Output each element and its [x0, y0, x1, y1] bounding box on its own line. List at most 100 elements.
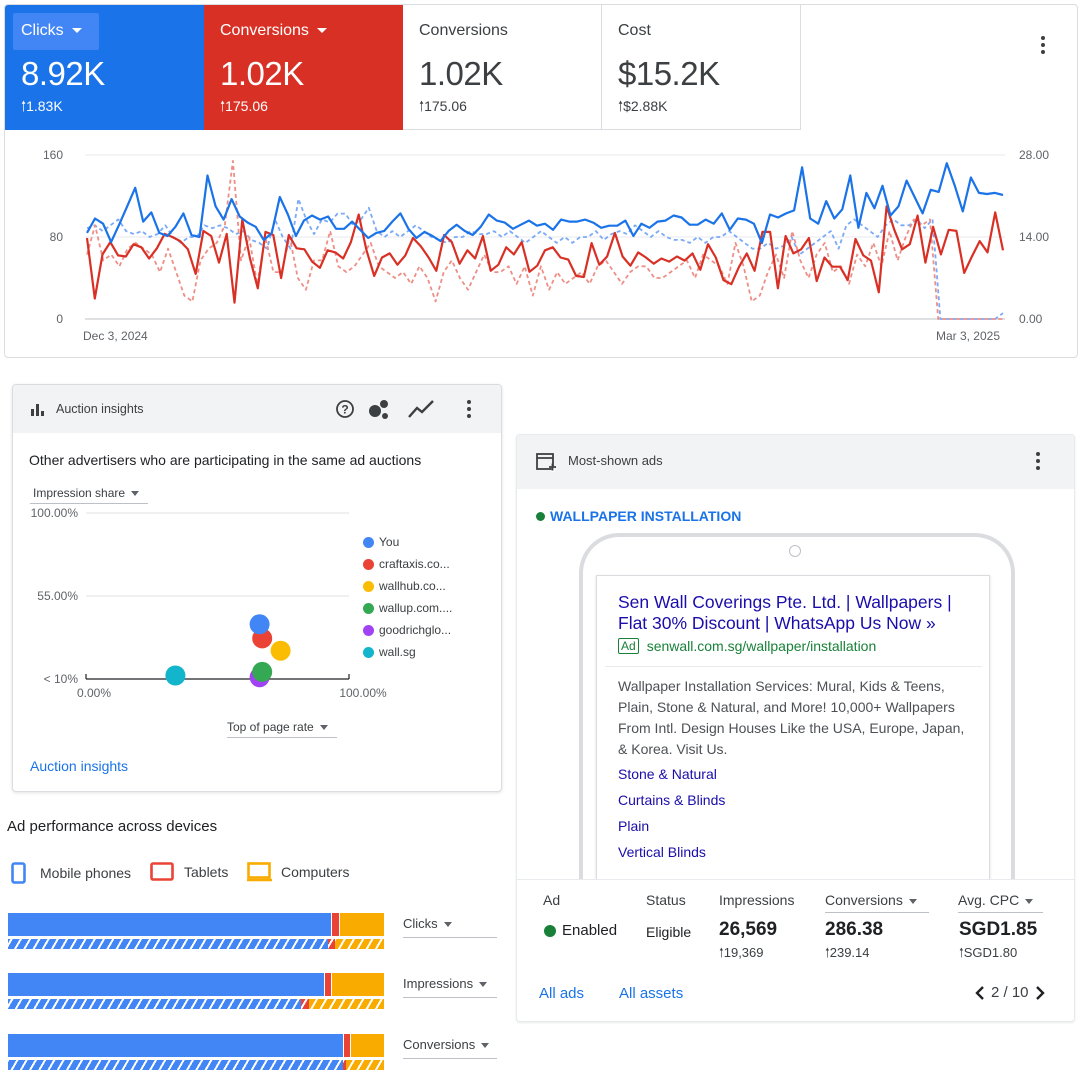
scorecard-label: Clicks — [21, 22, 82, 40]
metric-label: Clicks — [403, 916, 438, 931]
card-title: Most-shown ads — [568, 453, 663, 468]
scatter-point[interactable] — [249, 614, 270, 635]
legend-dot — [363, 558, 374, 570]
device-bar-segment — [8, 913, 332, 936]
more-options-icon[interactable] — [1033, 33, 1053, 57]
x-end-label: Mar 3, 2025 — [936, 329, 1000, 343]
sitelink[interactable]: Plain — [618, 818, 649, 834]
sitelink[interactable]: Stone & Natural — [618, 766, 717, 782]
bar-chart-icon — [31, 404, 44, 416]
legend-label: You — [379, 535, 400, 549]
phone-camera-icon — [789, 545, 801, 557]
all-assets-link[interactable]: All assets — [619, 985, 683, 1002]
device-metric-selector[interactable]: Clicks — [403, 916, 497, 938]
legend-label: wall.sg — [379, 645, 416, 659]
device-bar-segment — [301, 999, 309, 1009]
chevron-right-icon[interactable] — [1033, 985, 1047, 1001]
more-options-icon[interactable] — [459, 397, 479, 421]
device-bar-segment — [327, 939, 336, 949]
more-options-icon[interactable] — [1028, 449, 1048, 473]
chevron-left-icon[interactable] — [973, 985, 987, 1001]
conversions-value: 286.38 — [825, 919, 884, 940]
chevron-down-icon — [443, 922, 452, 928]
avg-cpc-column-selector[interactable]: Avg. CPC — [958, 892, 1043, 913]
y-tick-label: < 10% — [44, 672, 79, 686]
x-start-label: Dec 3, 2024 — [83, 329, 148, 343]
device-bar-previous — [8, 999, 384, 1009]
device-bar-segment — [308, 999, 384, 1009]
y-tick-label: 55.00% — [37, 589, 78, 603]
legend-label: craftaxis.co... — [379, 557, 450, 571]
card-header: Auction insights ? — [13, 385, 501, 433]
sitelink[interactable]: Curtains & Blinds — [618, 792, 725, 808]
column-header: Status — [646, 892, 686, 908]
scorecard-conversions-secondary[interactable]: Conversions 1.02K 🠑175.06 — [403, 5, 602, 130]
ad-description: Wallpaper Installation Services: Mural, … — [618, 678, 965, 757]
devices-section-title: Ad performance across devices — [7, 818, 218, 835]
scorecard-label: Conversions — [419, 22, 508, 39]
scatter-point[interactable] — [270, 640, 291, 661]
legend-dot — [363, 646, 374, 658]
chevron-down-icon — [71, 28, 82, 34]
device-bar-segment — [323, 973, 332, 996]
column-header: Ad — [543, 892, 561, 908]
device-bar-segment — [335, 939, 384, 949]
legend-label: goodrichglo... — [379, 623, 452, 637]
scatter-point[interactable] — [165, 665, 186, 686]
help-icon[interactable]: ? — [335, 399, 355, 419]
status-dot-icon — [536, 511, 545, 521]
impressions-value: 26,569 — [719, 919, 778, 940]
eligibility-status: Eligible — [646, 924, 692, 940]
chevron-down-icon — [319, 725, 328, 731]
ad-status[interactable]: Enabled — [544, 922, 617, 939]
mobile-phone-icon — [11, 862, 26, 884]
divider — [605, 666, 982, 667]
device-bar-segment — [331, 973, 384, 996]
ad-badge: Ad — [618, 638, 639, 654]
ad-group-label[interactable]: WALLPAPER INSTALLATION — [536, 508, 741, 524]
ad-display-url[interactable]: senwall.com.sg/wallpaper/installation — [647, 638, 877, 654]
device-bar-current — [8, 913, 384, 936]
sitelink[interactable]: Vertical Blinds — [618, 844, 706, 860]
auction-insights-link[interactable]: Auction insights — [30, 758, 128, 774]
scorecard-conversions[interactable]: Conversions 1.02K 🠑175.06 — [204, 5, 403, 130]
ad-preview: Sen Wall Coverings Pte. Ltd. | Wallpaper… — [596, 575, 990, 885]
device-bar-segment — [350, 1034, 384, 1057]
conversions-column-selector[interactable]: Conversions — [825, 892, 929, 913]
x-tick-label: 100.00% — [339, 686, 387, 700]
legend-item: wallhub.co... — [363, 578, 446, 594]
scorecard-value: 1.02K — [419, 55, 503, 92]
chevron-down-icon — [479, 982, 488, 988]
ad-headline[interactable]: Sen Wall Coverings Pte. Ltd. | Wallpaper… — [618, 592, 978, 634]
y-right-tick-label: 14.00 — [1019, 230, 1049, 244]
device-metric-selector[interactable]: Impressions — [403, 976, 497, 998]
legend-item: wallup.com.... — [363, 600, 452, 616]
y-metric-selector[interactable]: Impression share — [30, 486, 148, 504]
scorecard-delta: 🠑$2.88K — [618, 98, 668, 114]
legend-item: wall.sg — [363, 644, 416, 660]
legend-item: goodrichglo... — [363, 622, 451, 638]
device-bar-previous — [8, 1060, 384, 1070]
scorecard-clicks[interactable]: Clicks 8.92K 🠑1.83K — [5, 5, 204, 130]
legend-item: You — [363, 534, 399, 550]
scorecard-delta: 🠑1.83K — [21, 98, 63, 114]
series-line-1 — [85, 205, 1005, 304]
scorecard-cost[interactable]: Cost $15.2K 🠑$2.88K — [602, 5, 801, 130]
scorecard-label: Cost — [618, 22, 651, 39]
scatter-plot-icon[interactable] — [367, 397, 391, 421]
y-left-tick-label: 160 — [43, 148, 63, 162]
conversions-delta: 🠑239.14 — [825, 945, 870, 960]
chevron-down-icon — [131, 491, 140, 497]
metric-label: Impressions — [403, 976, 474, 991]
performance-line-chart: 0 0.00 80 14.00 160 28.00 Dec 3, 2024 Mar 3, 20… — [43, 148, 1049, 343]
all-ads-link[interactable]: All ads — [539, 985, 584, 1002]
impressions-delta: 🠑19,369 — [719, 945, 764, 960]
x-metric-selector[interactable]: Top of page rate — [227, 720, 337, 738]
scorecard-delta: 🠑175.06 — [419, 98, 467, 114]
device-metric-selector[interactable]: Conversions — [403, 1037, 497, 1059]
scatter-point[interactable] — [252, 661, 273, 682]
trend-line-icon[interactable] — [407, 398, 435, 420]
performance-card: Clicks 8.92K 🠑1.83K Conversions 1.02K 🠑1… — [4, 4, 1078, 358]
y-right-tick-label: 0.00 — [1019, 312, 1043, 326]
legend-computer: Computers — [247, 862, 349, 882]
